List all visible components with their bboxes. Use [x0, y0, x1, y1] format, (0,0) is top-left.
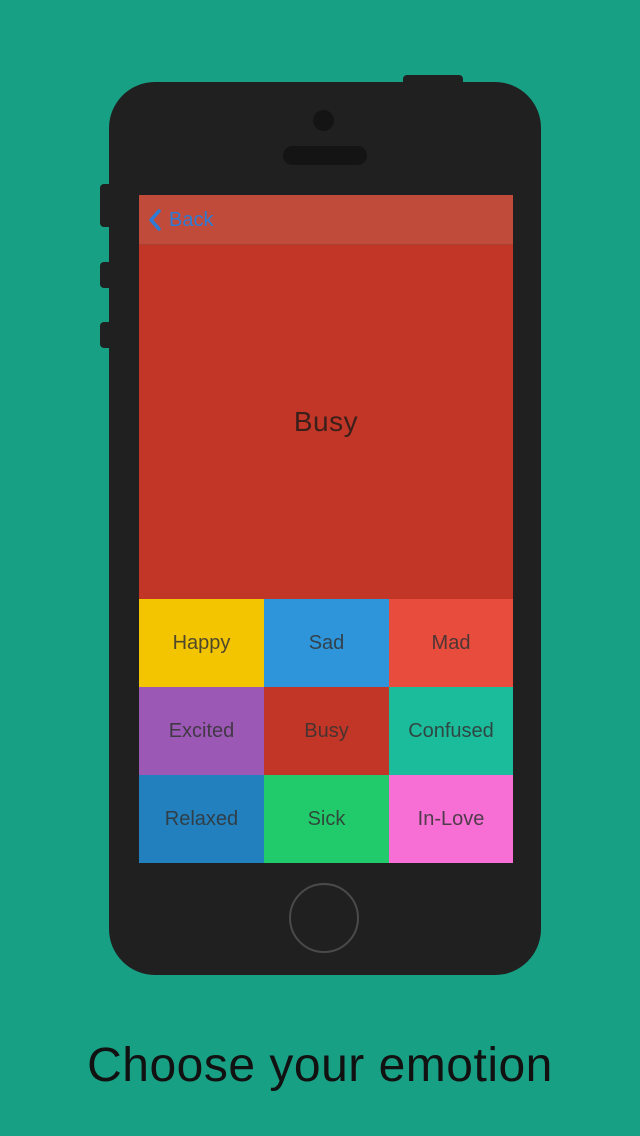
emotion-tile-happy[interactable]: Happy	[139, 599, 264, 687]
phone-screen: Back Busy Happy Sad Mad Excited Busy Con…	[139, 195, 513, 863]
back-button-label: Back	[169, 208, 214, 231]
caption: Choose your emotion	[87, 1039, 553, 1092]
emotion-tile-busy[interactable]: Busy	[264, 687, 389, 775]
emotion-tile-label: Sick	[307, 807, 346, 830]
phone-camera	[313, 110, 334, 131]
emotion-tile-label: Sad	[308, 631, 345, 654]
back-button[interactable]: Back	[147, 205, 213, 235]
selected-emotion-label: Busy	[293, 406, 359, 437]
emotion-tile-sad[interactable]: Sad	[264, 599, 389, 687]
emotion-grid: Happy Sad Mad Excited Busy Confused Rela…	[139, 599, 513, 863]
chevron-left-icon	[147, 208, 163, 232]
emotion-tile-confused[interactable]: Confused	[389, 687, 513, 775]
emotion-tile-in-love[interactable]: In-Love	[389, 775, 513, 863]
emotion-tile-relaxed[interactable]: Relaxed	[139, 775, 264, 863]
emotion-tile-label: In-Love	[417, 807, 485, 830]
emotion-tile-excited[interactable]: Excited	[139, 687, 264, 775]
selected-emotion-panel: Busy	[139, 245, 513, 599]
emotion-tile-label: Confused	[408, 719, 494, 742]
phone-home-button	[289, 883, 359, 953]
emotion-tile-label: Relaxed	[164, 807, 239, 830]
emotion-tile-label: Busy	[304, 719, 349, 742]
emotion-tile-label: Excited	[168, 719, 235, 742]
emotion-tile-mad[interactable]: Mad	[389, 599, 513, 687]
emotion-tile-label: Happy	[172, 631, 231, 654]
phone-speaker	[283, 146, 367, 165]
navigation-bar: Back	[139, 195, 513, 245]
emotion-tile-label: Mad	[431, 631, 471, 654]
emotion-tile-sick[interactable]: Sick	[264, 775, 389, 863]
